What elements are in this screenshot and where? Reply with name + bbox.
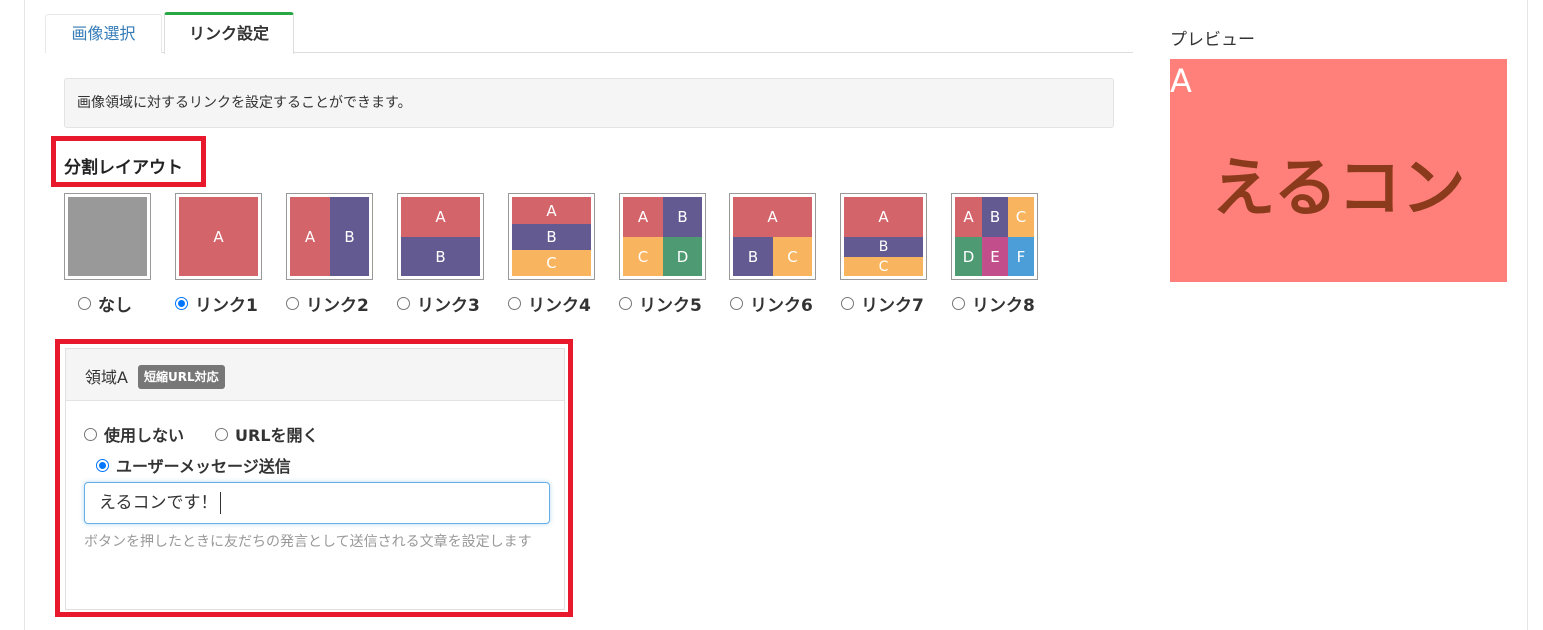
radio-label: リンク1 — [195, 295, 258, 316]
radio-label: リンク3 — [417, 295, 480, 316]
radio-label: リンク7 — [861, 295, 924, 316]
radio-button[interactable] — [730, 296, 743, 310]
layout-cell: C — [623, 237, 663, 276]
preview-image: A えるコン — [1170, 59, 1507, 282]
layout-cell: E — [982, 237, 1008, 276]
layout-cell: D — [663, 237, 702, 276]
info-message: 画像領域に対するリンクを設定することができます。 — [64, 78, 1114, 128]
layout-radio-link4[interactable]: リンク4 — [508, 293, 591, 316]
layout-cell: C — [1008, 197, 1034, 237]
layout-thumb-link5[interactable]: A B C D — [619, 193, 706, 280]
layout-cell: A — [290, 197, 330, 276]
radio-button[interactable] — [78, 296, 91, 310]
layout-cell: A — [955, 197, 982, 237]
radio-label: リンク5 — [639, 295, 702, 316]
layout-cell: B — [512, 224, 591, 250]
layout-cell: A — [512, 197, 591, 224]
preview-label: プレビュー — [1170, 30, 1255, 50]
layout-radio-link1[interactable]: リンク1 — [175, 293, 258, 316]
radio-button-selected[interactable] — [175, 296, 188, 310]
layout-radio-link8[interactable]: リンク8 — [952, 293, 1035, 316]
radio-label: リンク8 — [972, 295, 1035, 316]
layout-radio-none[interactable]: なし — [78, 293, 132, 316]
layout-cell-empty — [68, 197, 147, 276]
layout-radio-link7[interactable]: リンク7 — [841, 293, 924, 316]
tab-bar: 画像選択 リンク設定 — [45, 12, 1133, 54]
radio-button[interactable] — [286, 296, 299, 310]
layout-cell: A — [179, 197, 258, 276]
layout-radio-link5[interactable]: リンク5 — [619, 293, 702, 316]
layout-cell: B — [982, 197, 1008, 237]
layout-cell: C — [512, 250, 591, 276]
layout-cell: C — [773, 237, 812, 276]
radio-button[interactable] — [619, 296, 632, 310]
layout-cell: A — [623, 197, 663, 237]
radio-button[interactable] — [397, 296, 410, 310]
radio-button[interactable] — [841, 296, 854, 310]
radio-label: リンク6 — [750, 295, 813, 316]
tab-image-select[interactable]: 画像選択 — [45, 14, 162, 53]
preview-area-letter: A — [1170, 62, 1192, 100]
layout-cell: C — [844, 257, 923, 276]
tab-link-settings[interactable]: リンク設定 — [164, 12, 294, 54]
layout-thumb-link6[interactable]: A B C — [729, 193, 816, 280]
layout-cell: B — [401, 237, 480, 276]
layout-cell: B — [844, 237, 923, 257]
layout-radio-link6[interactable]: リンク6 — [730, 293, 813, 316]
radio-label: なし — [98, 295, 132, 316]
preview-image-text: えるコン — [1211, 152, 1466, 226]
layout-cell: A — [401, 197, 480, 237]
layout-thumb-none[interactable] — [64, 193, 151, 280]
layout-thumb-link4[interactable]: A B C — [508, 193, 595, 280]
radio-button[interactable] — [508, 296, 521, 310]
layout-thumb-link2[interactable]: A B — [286, 193, 373, 280]
layout-cell: F — [1008, 237, 1034, 276]
layout-radio-link3[interactable]: リンク3 — [397, 293, 480, 316]
highlight-box-area-panel — [55, 339, 573, 617]
radio-button[interactable] — [952, 296, 965, 310]
layout-thumb-link1[interactable]: A — [175, 193, 262, 280]
radio-label: リンク4 — [528, 295, 591, 316]
layout-cell: A — [844, 197, 923, 237]
layout-thumb-link3[interactable]: A B — [397, 193, 484, 280]
layout-cell: A — [733, 197, 812, 237]
highlight-box-layout-title — [51, 136, 206, 187]
layout-cell: B — [663, 197, 702, 237]
layout-thumb-link8[interactable]: A B C D E F — [951, 193, 1038, 280]
layout-cell: D — [955, 237, 982, 276]
layout-cell: B — [330, 197, 369, 276]
layout-radio-link2[interactable]: リンク2 — [286, 293, 369, 316]
layout-cell: B — [733, 237, 773, 276]
layout-thumb-link7[interactable]: A B C — [840, 193, 927, 280]
radio-label: リンク2 — [306, 295, 369, 316]
